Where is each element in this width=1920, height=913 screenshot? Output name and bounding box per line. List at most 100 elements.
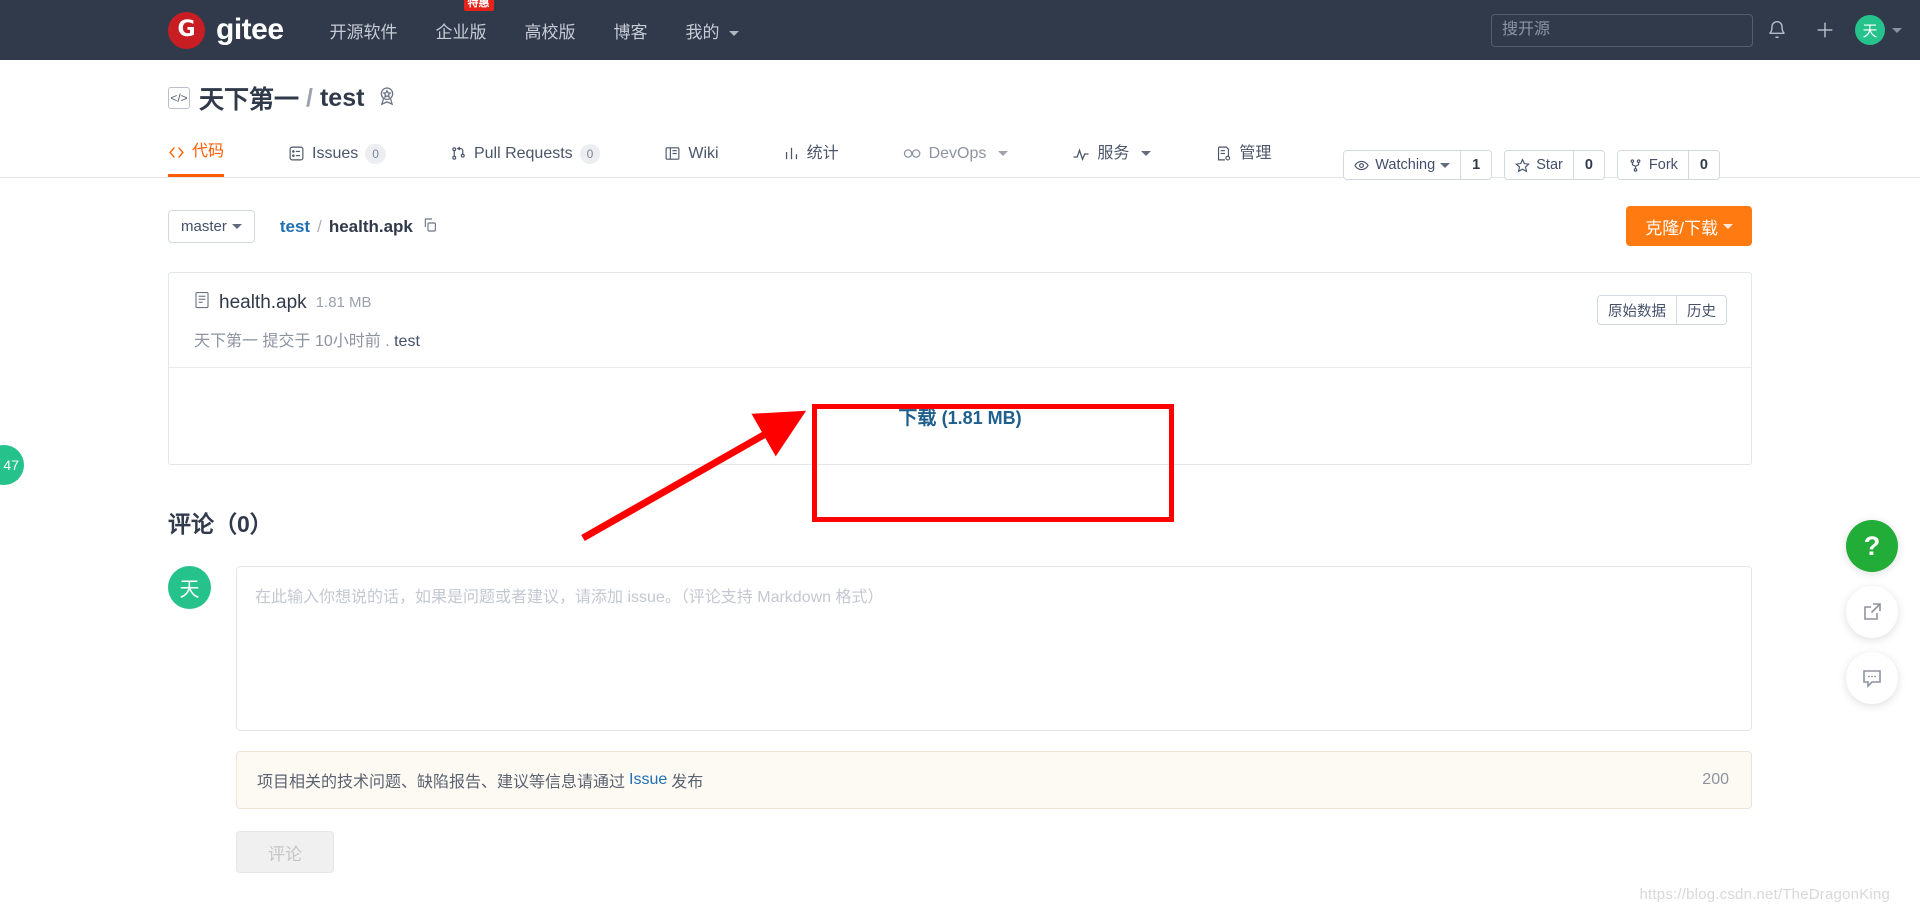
copy-icon[interactable]: [422, 217, 438, 237]
file-size: 1.81 MB: [315, 294, 372, 311]
tab-manage[interactable]: 管理: [1215, 130, 1271, 177]
repo-owner-link[interactable]: 天下第一: [199, 80, 299, 116]
floating-action-widgets: ?: [1846, 520, 1898, 704]
search-input[interactable]: [1491, 13, 1753, 47]
commit-message[interactable]: test: [394, 333, 420, 350]
star-count[interactable]: 0: [1572, 151, 1604, 179]
commit-time: 10小时前: [314, 333, 381, 350]
star-button[interactable]: Star: [1505, 151, 1573, 179]
share-button[interactable]: [1846, 586, 1898, 638]
comment-input[interactable]: [236, 566, 1752, 731]
tab-label: 管理: [1239, 144, 1272, 162]
watch-count[interactable]: 1: [1460, 151, 1492, 179]
pull-request-icon: [452, 146, 465, 160]
nav-link-education[interactable]: 高校版: [525, 18, 576, 43]
breadcrumb-repo-link[interactable]: test: [280, 217, 310, 237]
tab-label: Issues: [312, 144, 359, 162]
devops-icon: [903, 149, 921, 158]
tab-statistics[interactable]: 统计: [783, 130, 839, 177]
notifications-button[interactable]: [1753, 0, 1801, 60]
tab-issues[interactable]: Issues 0: [288, 130, 386, 177]
tab-pull-requests[interactable]: Pull Requests 0: [450, 130, 601, 177]
repo-name-link[interactable]: test: [320, 84, 364, 113]
notice-prefix: 项目相关的技术问题、缺陷报告、建议等信息请通过: [257, 774, 626, 791]
nav-link-label: 博客: [613, 22, 648, 42]
comments-section: 评论（0） 天 项目相关的技术问题、缺陷报告、建议等信息请通过 Issue 发布…: [168, 505, 1752, 873]
clone-label: 克隆/下载: [1645, 218, 1718, 238]
nav-link-label: 开源软件: [329, 22, 398, 42]
tab-label: Wiki: [688, 144, 719, 162]
feedback-chat-icon: [1863, 670, 1881, 688]
tab-label: 服务: [1097, 144, 1130, 162]
tab-code[interactable]: 代码: [168, 130, 225, 177]
file-icon: [194, 291, 210, 314]
help-question-icon: ?: [1863, 530, 1881, 561]
comments-heading: 评论（0）: [168, 511, 273, 537]
primary-nav-links: 开源软件 特惠 企业版 高校版 博客 我的: [330, 0, 778, 43]
main-content: master test / health.apk 克隆/下载 health.ap…: [0, 178, 1920, 873]
nav-link-blog[interactable]: 博客: [614, 18, 648, 43]
medal-star-icon[interactable]: [376, 85, 398, 111]
chevron-down-icon: [998, 151, 1009, 156]
feedback-button[interactable]: [1846, 652, 1898, 704]
nav-link-opensource[interactable]: 开源软件: [330, 18, 398, 43]
download-label: 下载: [898, 407, 937, 429]
fork-count[interactable]: 0: [1687, 151, 1719, 179]
download-file-link[interactable]: 下载 (1.81 MB): [898, 403, 1021, 430]
tab-count-badge: 0: [365, 143, 386, 164]
chevron-down-icon: [1723, 223, 1733, 229]
gitee-logo[interactable]: G gitee: [168, 11, 284, 49]
share-external-icon: [1864, 603, 1881, 620]
submit-comment-button[interactable]: 评论: [236, 831, 334, 873]
branch-selector[interactable]: master: [168, 210, 255, 243]
watch-button[interactable]: Watching: [1344, 151, 1461, 179]
tab-devops[interactable]: DevOps: [903, 130, 1009, 177]
file-view-button-group: 原始数据 历史: [1597, 295, 1727, 325]
star-label: Star: [1536, 157, 1563, 173]
tab-wiki[interactable]: Wiki: [664, 130, 719, 177]
fork-label: Fork: [1648, 157, 1678, 173]
notice-suffix: 发布: [671, 774, 704, 791]
history-button[interactable]: 历史: [1676, 296, 1726, 324]
clone-download-button[interactable]: 克隆/下载: [1626, 206, 1752, 246]
gitee-logo-text: gitee: [216, 13, 284, 46]
tab-count-badge: 0: [579, 143, 601, 164]
commit-dot: .: [385, 333, 390, 350]
commit-author[interactable]: 天下第一: [194, 333, 258, 350]
file-name: health.apk: [219, 291, 307, 313]
file-name-row: health.apk 1.81 MB: [194, 291, 1726, 314]
help-button[interactable]: ?: [1846, 520, 1898, 572]
raw-data-button[interactable]: 原始数据: [1598, 296, 1676, 324]
chevron-down-icon: [729, 30, 740, 36]
create-new-button[interactable]: [1801, 0, 1849, 60]
issue-link[interactable]: Issue: [629, 771, 667, 789]
plus-icon: [1817, 22, 1833, 38]
file-card-header: health.apk 1.81 MB 天下第一 提交于 10小时前 . test…: [169, 273, 1751, 367]
comment-notice-banner: 项目相关的技术问题、缺陷报告、建议等信息请通过 Issue 发布 200: [236, 751, 1752, 809]
bell-icon: [1769, 21, 1785, 39]
user-menu[interactable]: 天: [1855, 15, 1902, 45]
chevron-down-icon: [231, 224, 242, 229]
top-navigation-bar: G gitee 开源软件 特惠 企业版 高校版 博客 我的 搜开源 天: [0, 0, 1920, 60]
repo-title-separator: /: [306, 83, 313, 112]
nav-link-label: 高校版: [524, 22, 576, 42]
gitee-logo-mark: G: [168, 11, 205, 49]
watermark-text: https://blog.csdn.net/TheDragonKing: [1639, 886, 1890, 903]
file-toolbar: master test / health.apk 克隆/下载: [168, 178, 1752, 246]
nav-link-mine[interactable]: 我的: [686, 18, 740, 43]
tab-label: Pull Requests: [473, 144, 573, 162]
fork-icon: [1630, 158, 1641, 172]
chevron-down-icon: [1892, 27, 1902, 33]
star-button-group: Star 0: [1504, 150, 1605, 180]
service-icon: [1073, 147, 1089, 161]
file-card: health.apk 1.81 MB 天下第一 提交于 10小时前 . test…: [168, 272, 1752, 465]
top-nav-right-cluster: 天: [1491, 0, 1902, 60]
tab-services[interactable]: 服务: [1072, 130, 1152, 177]
file-view-actions: 原始数据 历史: [1597, 295, 1727, 325]
file-commit-info: 天下第一 提交于 10小时前 . test: [194, 327, 1726, 351]
nav-link-enterprise[interactable]: 特惠 企业版: [436, 0, 494, 43]
watch-button-group: Watching 1: [1343, 150, 1493, 180]
fork-button[interactable]: Fork: [1617, 151, 1688, 179]
code-brackets-icon: </>: [168, 87, 190, 109]
eye-icon: [1354, 160, 1369, 170]
